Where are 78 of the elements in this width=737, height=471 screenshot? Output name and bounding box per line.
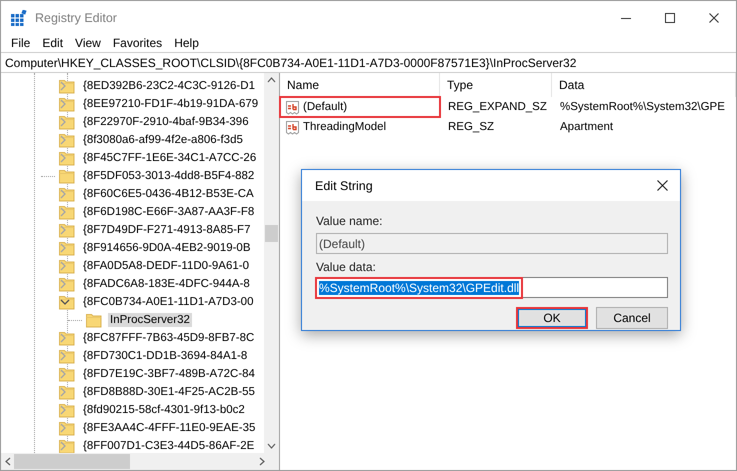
menu-item[interactable]: Help [168,36,205,50]
folder-icon [59,294,75,310]
folder-icon [59,96,75,112]
folder-icon [59,276,75,292]
column-header[interactable]: Name [280,73,440,97]
column-header[interactable]: Type [440,73,552,97]
chevron-down-icon[interactable] [60,299,70,305]
folder-icon [59,150,75,166]
column-header[interactable]: Data [552,73,736,97]
folder-icon [59,330,75,346]
tree-item[interactable]: {8f3080a6-af99-4f2e-a806-f3d5 [81,133,245,147]
menu-item[interactable]: File [5,36,36,50]
window-title: Registry Editor [35,10,118,24]
tree-item[interactable]: {8F60C6E5-0436-4B12-B53E-CA [81,187,256,201]
value-data-field[interactable]: %SystemRoot%\System32\GPEdit.dll [316,277,668,298]
folder-icon [59,402,75,418]
tree-item[interactable]: InProcServer32 [108,313,192,327]
tree-item[interactable]: {8FC0B734-A0E1-11D1-A7D3-00 [81,295,256,309]
value-name-field: (Default) [316,233,668,254]
tree-item[interactable]: {8F45C7FF-1E6E-34C1-A7CC-26 [81,151,258,165]
folder-icon [59,384,75,400]
tree-item[interactable]: {8F7D49DF-F271-4913-8A85-F7 [81,223,252,237]
tree-item[interactable]: {8fd90215-58cf-4301-9f13-b0c2 [81,403,247,417]
scroll-up-icon [267,77,276,83]
field-label: Value name: [316,214,384,228]
value-data: Apartment [559,121,614,133]
folder-icon [59,222,75,238]
tree-item[interactable]: {8FF007D1-C3E3-44D5-86AF-2E [81,439,256,453]
folder-icon [59,186,75,202]
tree-item[interactable]: {8F5DF053-3013-4dd8-B5F4-882 [81,169,256,183]
address-bar[interactable]: Computer\HKEY_CLASSES_ROOT\CLSID\{8FC0B734-A0E1-11D1-A7D3-0000F87571E3}\InProcServer32 [1,52,736,73]
registry-icon [11,10,27,26]
folder-icon [59,240,75,256]
folder-icon [59,78,75,94]
ok-button[interactable]: OK [516,307,588,329]
maximize-icon[interactable] [665,12,675,22]
folder-icon [59,132,75,148]
dialog-title: Edit String [315,178,373,192]
scrollbar-thumb[interactable] [14,454,130,469]
scroll-down-icon [267,443,276,449]
string-value-icon [285,100,300,114]
scroll-left-icon [5,457,11,466]
scroll-right-icon [259,457,265,466]
value-name[interactable]: ThreadingModel [303,121,386,133]
close-icon[interactable] [709,12,719,22]
string-value-icon [285,120,300,134]
value-type: REG_SZ [447,121,496,133]
tree-item[interactable]: {8FA0D5A8-DEDF-11D0-9A61-0 [81,259,251,273]
menu-item[interactable]: View [69,36,107,50]
value-data: %SystemRoot%\System32\GPE [559,101,726,113]
tree-item[interactable]: {8FC87FFF-7B63-45D9-8FB7-8C [81,331,256,345]
tree-item[interactable]: {8FE3AA4C-4FFF-11E0-9EAE-35 [81,421,258,435]
scrollbar-thumb[interactable] [265,224,278,242]
folder-icon [59,114,75,130]
folder-icon [59,168,75,184]
folder-icon [86,312,102,328]
tree-item[interactable]: {8FD730C1-DD1B-3694-84A1-8 [81,349,250,363]
cancel-button[interactable]: Cancel [596,307,668,329]
folder-icon [59,348,75,364]
tree-item[interactable]: {8FD8B88D-30E1-4F25-AC2B-55 [81,385,257,399]
folder-icon [59,438,75,453]
menu-item[interactable]: Edit [36,36,70,50]
close-icon[interactable] [657,180,668,191]
tree-item[interactable]: {8F6D198C-E66F-3A87-AA3F-F8 [81,205,256,219]
field-label: Value data: [316,260,377,274]
value-type: REG_EXPAND_SZ [447,101,548,113]
folder-icon [59,258,75,274]
tree-item[interactable]: {8FADC6A8-183E-4DFC-944A-8 [81,277,252,291]
tree-item[interactable]: {8F914656-9D0A-4EB2-9019-0B [81,241,253,255]
folder-icon [59,420,75,436]
tree-item[interactable]: {8FD7E19C-3BF7-489B-A72C-84 [81,367,257,381]
menu-item[interactable]: Favorites [106,36,168,50]
value-name[interactable]: (Default) [303,101,348,113]
folder-icon [59,204,75,220]
folder-icon [59,366,75,382]
tree-item[interactable]: {8ED392B6-23C2-4C3C-9126-D1 [81,79,257,93]
tree-item[interactable]: {8EE97210-FD1F-4b19-91DA-679 [81,97,260,111]
tree-item[interactable]: {8F22970F-2910-4baf-9B34-396 [81,115,251,129]
